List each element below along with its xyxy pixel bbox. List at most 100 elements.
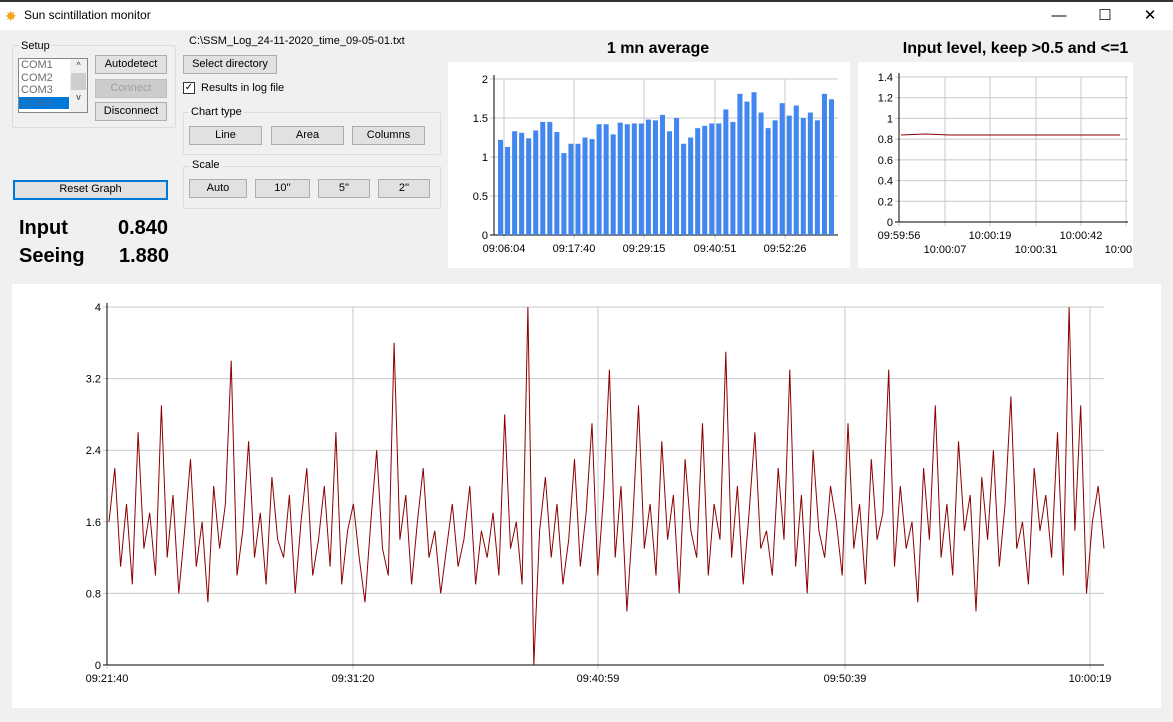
input-chart-title: Input level, keep >0.5 and <=1	[902, 40, 1129, 57]
bar	[512, 131, 518, 235]
y-tick-label: 1.2	[878, 93, 893, 105]
x-tick-label: 10:00:07	[924, 244, 967, 256]
y-tick-label: 0.4	[878, 176, 893, 188]
bar	[652, 120, 658, 235]
bar	[779, 103, 785, 236]
bar	[519, 132, 525, 235]
bar	[568, 143, 574, 235]
bar	[744, 101, 750, 235]
input-level-chart: 00.20.40.60.811.21.409:59:5610:00:0710:0…	[878, 72, 1148, 256]
bar	[659, 114, 665, 235]
bar	[723, 109, 729, 235]
bar	[624, 124, 630, 235]
x-tick-label: 10:00:54	[1105, 244, 1133, 256]
y-tick-label: 1	[482, 152, 488, 164]
scale-label: Scale	[190, 159, 222, 171]
bar	[617, 122, 623, 235]
y-tick-label: 0	[887, 217, 893, 229]
bar	[695, 128, 701, 235]
scale-5-button[interactable]: 5''	[318, 179, 370, 198]
y-tick-label: 4	[95, 302, 101, 314]
log-file-path: C:\SSM_Log_24-11-2020_time_09-05-01.txt	[189, 35, 405, 47]
bar-chart-title: 1 mn average	[606, 40, 710, 57]
x-tick-label: 09:50:39	[824, 673, 867, 685]
bar	[561, 153, 567, 235]
bar	[526, 138, 532, 235]
bar	[814, 120, 820, 235]
bar	[575, 143, 581, 235]
reset-graph-button[interactable]: Reset Graph	[13, 180, 168, 200]
y-tick-label: 1.4	[878, 72, 893, 84]
select-directory-button[interactable]: Select directory	[183, 55, 277, 74]
bar	[547, 121, 553, 235]
bar	[638, 123, 644, 235]
bar	[737, 93, 743, 235]
x-tick-label: 09:40:51	[694, 243, 737, 255]
list-scrollbar[interactable]: ^ v	[70, 59, 87, 112]
bar	[533, 130, 539, 235]
y-tick-label: 3.2	[86, 374, 101, 386]
x-tick-label: 09:17:40	[553, 243, 596, 255]
x-tick-label: 09:40:59	[577, 673, 620, 685]
x-tick-label: 10:00:31	[1015, 244, 1058, 256]
close-button[interactable]: ✕	[1127, 6, 1173, 28]
bar	[800, 118, 806, 235]
bar-chart-panel: 0 0.5 1 1.5 2 09:06:04 09:17:40 09:29:15 09:40:5…	[448, 62, 850, 268]
input-value: 0.840	[118, 217, 169, 239]
results-log-checkbox[interactable]: ✓	[183, 82, 195, 94]
y-tick-label: 0.5	[473, 191, 488, 203]
y-tick-label: 1.6	[86, 517, 101, 529]
bar	[645, 119, 651, 235]
y-tick-label: 0	[95, 660, 101, 672]
bar	[758, 112, 764, 235]
seeing-chart: 0 0.8 1.6 2.4 3.2 4 09:21:40 09:31:20 09:40:59 09…	[86, 302, 1112, 685]
chart-type-line-button[interactable]: Line	[189, 126, 262, 145]
autodetect-button[interactable]: Autodetect	[95, 55, 167, 74]
bar	[765, 128, 771, 235]
series-line	[108, 306, 1105, 666]
bar-chart: 0 0.5 1 1.5 2 09:06:04 09:17:40 09:29:15 09:40:5…	[473, 74, 838, 255]
chart-type-label: Chart type	[189, 106, 244, 118]
bar	[730, 121, 736, 235]
seeing-label: Seeing	[19, 245, 85, 267]
bar	[667, 131, 673, 235]
x-tick-label: 10:00:42	[1060, 230, 1103, 242]
chart-type-columns-button[interactable]: Columns	[352, 126, 425, 145]
bar	[540, 121, 546, 235]
y-tick-label: 0	[482, 230, 488, 242]
bar	[631, 123, 637, 235]
bar	[681, 143, 687, 235]
bar	[505, 146, 511, 235]
y-tick-label: 2	[482, 74, 488, 86]
input-label: Input	[19, 217, 68, 239]
x-tick-label: 10:00:19	[1069, 673, 1112, 685]
scale-10-button[interactable]: 10''	[255, 179, 310, 198]
y-tick-label: 2.4	[86, 445, 101, 457]
bar	[828, 99, 834, 235]
scale-auto-button[interactable]: Auto	[189, 179, 247, 198]
bar	[709, 123, 715, 235]
maximize-button[interactable]: ☐	[1082, 6, 1128, 28]
sun-icon: ✸	[5, 8, 17, 24]
port-item-selected[interactable]: COM4	[19, 96, 69, 109]
bar	[716, 123, 722, 235]
seeing-chart-panel: 0 0.8 1.6 2.4 3.2 4 09:21:40 09:31:20 09:40:59 09…	[12, 284, 1161, 708]
bar	[589, 139, 595, 235]
bar	[610, 134, 616, 235]
x-tick-label: 09:06:04	[483, 243, 526, 255]
x-tick-label: 09:21:40	[86, 673, 129, 685]
y-tick-label: 0.8	[86, 588, 101, 600]
minimize-button[interactable]: —	[1036, 6, 1082, 28]
x-tick-label: 09:59:56	[878, 230, 921, 242]
y-tick-label: 1	[887, 113, 893, 125]
x-tick-label: 10:00:19	[969, 230, 1012, 242]
connect-button[interactable]: Connect	[95, 79, 167, 98]
input-chart-panel: 0 0.2 0.4 0.6 0.8 1 1.2 1.4 09:59:56 10:00:07 10:0…	[858, 62, 1148, 268]
com-port-list[interactable]: COM1 COM2 COM3 COM4 ^ v	[18, 58, 88, 113]
y-tick-label: 0.8	[878, 134, 893, 146]
scale-2-button[interactable]: 2''	[378, 179, 430, 198]
bar	[786, 115, 792, 235]
bar	[793, 105, 799, 235]
disconnect-button[interactable]: Disconnect	[95, 102, 167, 121]
chart-type-area-button[interactable]: Area	[271, 126, 344, 145]
